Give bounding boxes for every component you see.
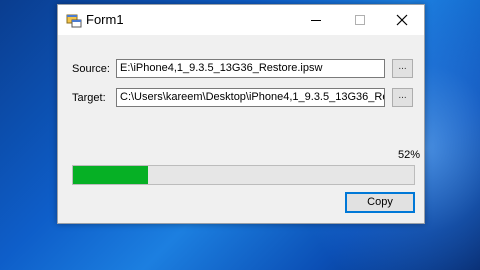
source-browse-button[interactable]: ... [392, 59, 413, 78]
progress-bar [72, 165, 415, 185]
target-label: Target: [72, 92, 106, 104]
source-field[interactable]: E:\iPhone4,1_9.3.5_13G36_Restore.ipsw [116, 59, 385, 78]
progress-percent: 52% [398, 149, 421, 161]
maximize-icon [355, 15, 365, 25]
minimize-icon [311, 20, 321, 21]
copy-button[interactable]: Copy [345, 192, 415, 213]
progress-bar-fill [73, 166, 149, 184]
close-button[interactable] [380, 5, 424, 35]
title-bar[interactable]: Form1 [58, 5, 424, 35]
app-icon [66, 12, 82, 28]
window-title: Form1 [86, 12, 124, 27]
form-window: Form1 Source: E:\iPhone4,1_9.3.5_13G36_R… [57, 4, 425, 224]
close-icon [396, 14, 408, 26]
minimize-button[interactable] [294, 5, 338, 35]
maximize-button[interactable] [338, 5, 382, 35]
target-field[interactable]: C:\Users\kareem\Desktop\iPhone4,1_9.3.5_… [116, 88, 385, 107]
target-browse-button[interactable]: ... [392, 88, 413, 107]
source-label: Source: [72, 63, 110, 75]
